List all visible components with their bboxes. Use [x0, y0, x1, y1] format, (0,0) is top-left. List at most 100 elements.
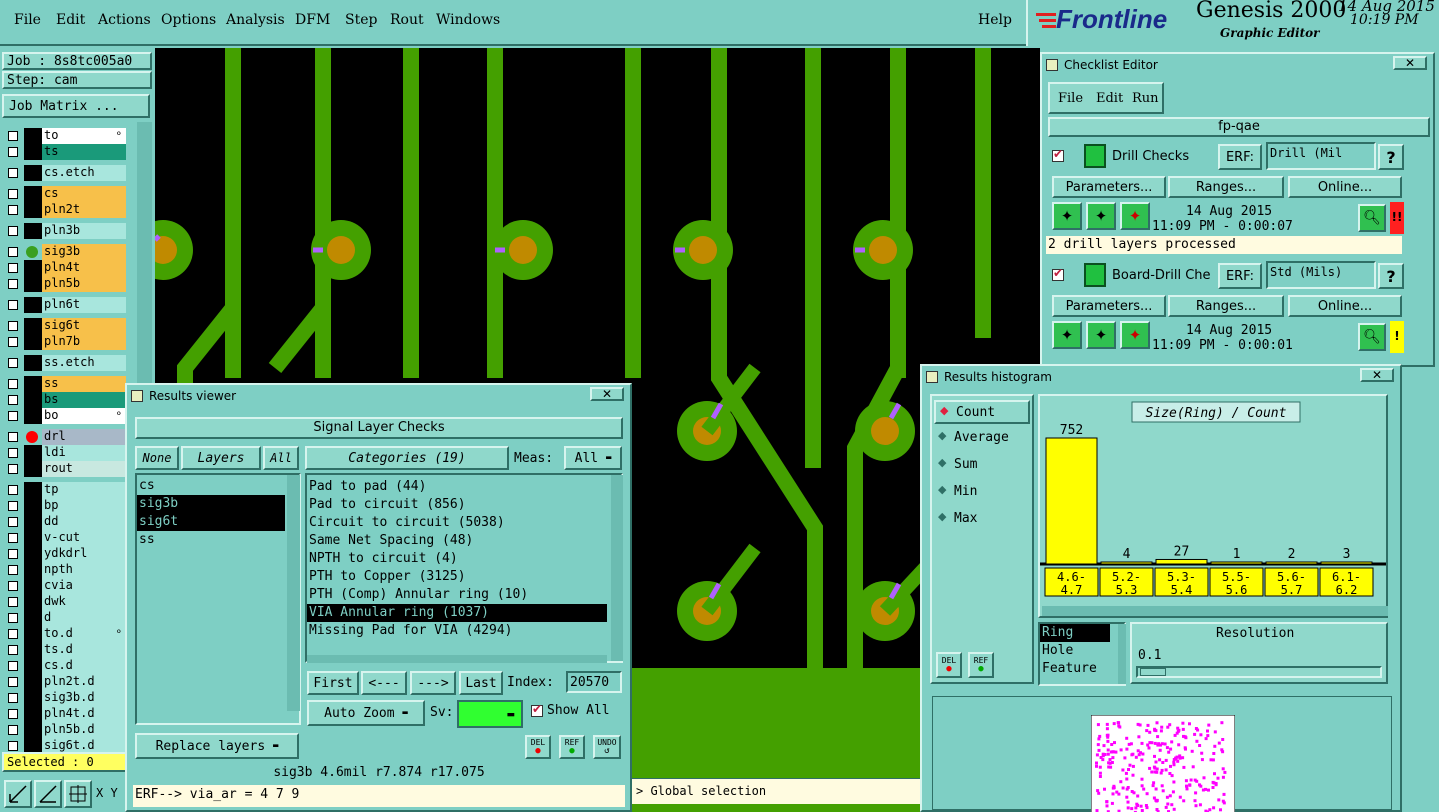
hist-bar[interactable] [1210, 561, 1263, 565]
layer-checkbox[interactable] [8, 411, 18, 421]
layer-affected-indicator[interactable] [24, 461, 42, 477]
layer-name[interactable]: ts [42, 144, 126, 160]
parameters-button[interactable]: Parameters... [1052, 295, 1166, 317]
histogram-close-button[interactable]: ✕ [1360, 368, 1394, 382]
layer-row-v-cut[interactable]: v-cut [4, 530, 126, 546]
category-item[interactable]: Pad to pad (44) [307, 478, 607, 496]
layer-name[interactable]: pln4t [42, 260, 126, 276]
layer-name[interactable]: ydkdrl [42, 546, 126, 562]
check-help-button[interactable]: ? [1378, 263, 1404, 289]
category-item[interactable]: VIA Annular ring (1037) [307, 604, 607, 622]
ref-button[interactable]: REF ● [559, 735, 585, 759]
layer-name[interactable]: d [42, 610, 126, 626]
layer-name[interactable]: dwk [42, 594, 126, 610]
menu-help[interactable]: Help [978, 12, 1012, 28]
layer-affected-indicator[interactable] [24, 334, 42, 350]
layer-name[interactable]: bs [42, 392, 126, 408]
layer-row-pln3b[interactable]: pln3b [4, 223, 126, 239]
layer-name[interactable]: pln6t [42, 297, 126, 313]
layer-affected-indicator[interactable] [24, 165, 42, 181]
layer-checkbox[interactable] [8, 725, 18, 735]
menu-rout[interactable]: Rout [390, 12, 424, 28]
layer-checkbox[interactable] [8, 613, 18, 623]
hist-option-min[interactable]: ◆ Min [934, 481, 1030, 505]
index-input[interactable] [566, 671, 622, 693]
check-enable-checkbox[interactable]: ✔ [1052, 266, 1064, 281]
category-item[interactable]: Circuit to circuit (5038) [307, 514, 607, 532]
layer-checkbox[interactable] [8, 247, 18, 257]
layer-row-to[interactable]: to ⚬ [4, 128, 126, 144]
hist-bar[interactable] [1045, 437, 1098, 565]
layer-name[interactable]: cs [42, 186, 126, 202]
layer-affected-indicator[interactable] [24, 642, 42, 658]
layer-affected-indicator[interactable] [24, 562, 42, 578]
layer-checkbox[interactable] [8, 279, 18, 289]
auto-zoom-dropdown[interactable]: Auto Zoom ▬ [307, 700, 425, 726]
check-enable-checkbox[interactable]: ✔ [1052, 147, 1064, 162]
layer-name[interactable]: rout [42, 461, 126, 477]
layer-affected-indicator[interactable] [24, 276, 42, 292]
sv-color-dropdown[interactable]: ▬ [457, 700, 523, 728]
checklist-editor-titlebar[interactable]: Checklist Editor [1042, 54, 1433, 76]
layer-name[interactable]: pln5b [42, 276, 126, 292]
online-button[interactable]: Online... [1288, 295, 1402, 317]
layers-list-scrollbar[interactable] [287, 475, 300, 711]
hist-option-sum[interactable]: ◆ Sum [934, 454, 1030, 478]
layer-checkbox[interactable] [8, 226, 18, 236]
layer-affected-indicator[interactable] [24, 408, 42, 424]
layer-affected-indicator[interactable] [24, 626, 42, 642]
layer-affected-indicator[interactable] [24, 128, 42, 144]
layer-affected-indicator[interactable] [24, 186, 42, 202]
layer-checkbox[interactable] [8, 147, 18, 157]
checklist-close-button[interactable]: ✕ [1393, 56, 1427, 70]
category-item[interactable]: Same Net Spacing (48) [307, 532, 607, 550]
layer-name[interactable]: pln7b [42, 334, 126, 350]
layer-row-bo[interactable]: bo ⚬ [4, 408, 126, 424]
hist-bar[interactable] [1320, 561, 1373, 565]
hist-bar[interactable] [1100, 561, 1153, 565]
layer-row-ldi[interactable]: ldi [4, 445, 126, 461]
layer-row-to.d[interactable]: to.d ⚬ [4, 626, 126, 642]
layer-name[interactable]: cvia [42, 578, 126, 594]
layer-checkbox[interactable] [8, 677, 18, 687]
layer-affected-indicator[interactable] [24, 144, 42, 160]
layer-checkbox[interactable] [8, 581, 18, 591]
layer-row-dd[interactable]: dd [4, 514, 126, 530]
layer-checkbox[interactable] [8, 549, 18, 559]
layer-checkbox[interactable] [8, 741, 18, 751]
hist-option-max[interactable]: ◆ Max [934, 508, 1030, 532]
layer-name[interactable]: tp [42, 482, 126, 498]
layer-name[interactable]: bo ⚬ [42, 408, 126, 424]
next-button[interactable]: ---> [410, 671, 456, 695]
layer-checkbox[interactable] [8, 337, 18, 347]
layer-affected-indicator[interactable] [24, 223, 42, 239]
stop-button[interactable]: ✦ [1120, 321, 1150, 349]
layer-row-dwk[interactable]: dwk [4, 594, 126, 610]
layer-checkbox[interactable] [8, 485, 18, 495]
check-help-button[interactable]: ? [1378, 144, 1404, 170]
fields-scrollbar[interactable] [1118, 624, 1126, 684]
hist-field-item[interactable]: Ring [1040, 624, 1110, 642]
layer-name[interactable]: sig6t [42, 318, 126, 334]
layer-checkbox[interactable] [8, 464, 18, 474]
layer-affected-indicator[interactable] [24, 297, 42, 313]
layers-all-button[interactable]: All [263, 446, 299, 470]
layer-row-rout[interactable]: rout [4, 461, 126, 477]
layer-name[interactable]: npth [42, 562, 126, 578]
layer-row-ss.etch[interactable]: ss.etch [4, 355, 126, 371]
layer-name[interactable]: to ⚬ [42, 128, 126, 144]
categories-hscrollbar[interactable] [307, 655, 607, 663]
layer-row-ts[interactable]: ts [4, 144, 126, 160]
undo-button[interactable]: UNDO ↺ [593, 735, 621, 759]
category-item[interactable]: Pad to circuit (856) [307, 496, 607, 514]
layer-name[interactable]: pln2t.d [42, 674, 126, 690]
layer-row-ydkdrl[interactable]: ydkdrl [4, 546, 126, 562]
layer-affected-indicator[interactable] [24, 514, 42, 530]
layer-row-tp[interactable]: tp [4, 482, 126, 498]
zoom-results-button[interactable]: 🔍︎ [1358, 204, 1386, 232]
menu-options[interactable]: Options [161, 12, 216, 28]
layer-name[interactable]: pln5b.d [42, 722, 126, 738]
layer-list-item[interactable]: sig6t [137, 513, 285, 531]
layer-name[interactable]: ss [42, 376, 126, 392]
layer-affected-indicator[interactable] [24, 392, 42, 408]
